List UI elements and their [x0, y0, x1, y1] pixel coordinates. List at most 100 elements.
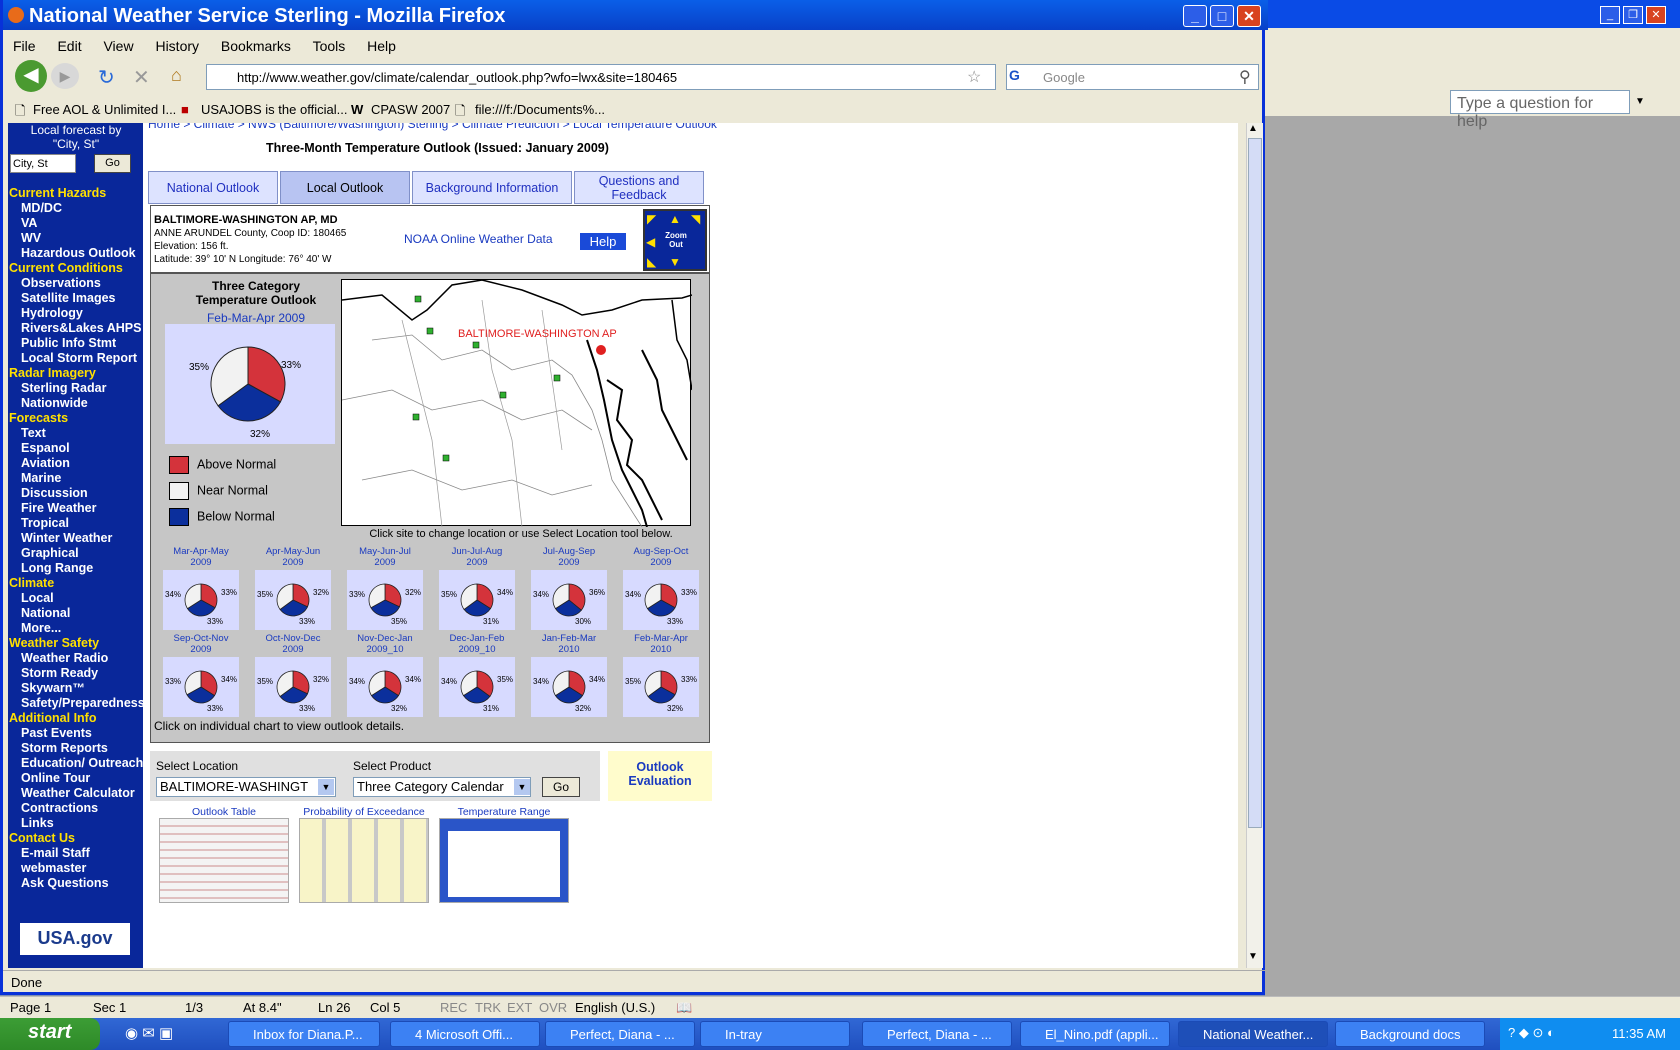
sidebar-item[interactable]: Public Info Stmt	[8, 336, 143, 351]
mini-pie-chart[interactable]: 34% 34% 32%	[347, 657, 423, 717]
mini-chart-period[interactable]: Aug-Sep-Oct 2009	[621, 546, 701, 568]
scroll-down-icon[interactable]: ▼	[1248, 951, 1258, 962]
period-year[interactable]: 2009	[437, 557, 517, 568]
mini-chart-period[interactable]: Jul-Aug-Sep 2009	[529, 546, 609, 568]
bookmark-item[interactable]: Free AOL & Unlimited I...	[33, 102, 176, 117]
menu-file[interactable]: File	[13, 38, 36, 54]
arrow-left-icon[interactable]: ◀	[646, 235, 655, 249]
minimize-icon[interactable]: _	[1600, 6, 1620, 24]
tab-local-outlook[interactable]: Local Outlook	[280, 171, 410, 204]
period-year[interactable]: 2010	[621, 644, 701, 655]
mini-chart-period[interactable]: Feb-Mar-Apr 2010	[621, 633, 701, 655]
chevron-down-icon[interactable]: ▼	[514, 779, 530, 795]
sidebar-item[interactable]: Skywarn™	[8, 681, 143, 696]
sidebar-item[interactable]: Contractions	[8, 801, 143, 816]
mini-pie-chart[interactable]: 34% 36% 30%	[531, 570, 607, 630]
search-icon[interactable]: ⚲	[1239, 67, 1251, 87]
sidebar-item[interactable]: National	[8, 606, 143, 621]
sidebar-item[interactable]: Hazardous Outlook	[8, 246, 143, 261]
mini-pie-svg[interactable]	[531, 570, 607, 630]
sidebar-section-heading[interactable]: Current Hazards	[8, 186, 143, 201]
period-year[interactable]: 2009_10	[437, 644, 517, 655]
period-months[interactable]: Dec-Jan-Feb	[437, 633, 517, 644]
home-icon[interactable]: ⌂	[171, 65, 182, 86]
map-station-label[interactable]: BALTIMORE-WASHINGTON AP	[458, 328, 617, 340]
usagov-logo[interactable]: USA.gov	[20, 923, 130, 955]
period-months[interactable]: Apr-May-Jun	[253, 546, 333, 557]
menu-tools[interactable]: Tools	[313, 38, 346, 54]
menu-help[interactable]: Help	[367, 38, 396, 54]
task-national-weather[interactable]: National Weather...	[1178, 1021, 1328, 1047]
product-select[interactable]: Three Category Calendar	[353, 777, 531, 797]
menu-view[interactable]: View	[103, 38, 133, 54]
bookmark-item[interactable]: file:///f:/Documents%...	[475, 102, 605, 117]
mini-pie-chart[interactable]: 35% 32% 33%	[255, 657, 331, 717]
task-perfect-diana-1[interactable]: Perfect, Diana - ...	[545, 1021, 695, 1047]
period-year[interactable]: 2009	[621, 557, 701, 568]
mini-pie-chart[interactable]: 34% 33% 33%	[623, 570, 699, 630]
zoom-control[interactable]: ◤ ▲ ◥ ◀ Zoom Out ◣ ▼	[643, 209, 707, 271]
mini-pie-svg[interactable]	[347, 657, 423, 717]
mini-chart-period[interactable]: Jun-Jul-Aug 2009	[437, 546, 517, 568]
period-months[interactable]: Nov-Dec-Jan	[345, 633, 425, 644]
sidebar-item[interactable]: Weather Radio	[8, 651, 143, 666]
period-months[interactable]: Jul-Aug-Sep	[529, 546, 609, 557]
sidebar-section-heading[interactable]: Additional Info	[8, 711, 143, 726]
mini-pie-svg[interactable]	[347, 570, 423, 630]
spelling-icon[interactable]: 📖	[676, 1000, 692, 1016]
sidebar-section-heading[interactable]: Climate	[8, 576, 143, 591]
bookmark-item[interactable]: USAJOBS is the official...	[201, 102, 347, 117]
sidebar-item[interactable]: Nationwide	[8, 396, 143, 411]
mini-pie-chart[interactable]: 35% 34% 31%	[439, 570, 515, 630]
sidebar-item[interactable]: Observations	[8, 276, 143, 291]
period-year[interactable]: 2010	[529, 644, 609, 655]
sidebar-item[interactable]: Sterling Radar	[8, 381, 143, 396]
google-icon[interactable]: G	[1009, 67, 1020, 83]
mini-chart-period[interactable]: Jan-Feb-Mar 2010	[529, 633, 609, 655]
mini-pie-chart[interactable]: 34% 33% 33%	[163, 570, 239, 630]
arrow-down-icon[interactable]: ▼	[669, 255, 681, 269]
mini-pie-svg[interactable]	[255, 570, 331, 630]
task-microsoft-office[interactable]: 4 Microsoft Offi...	[390, 1021, 540, 1047]
main-pie-chart[interactable]: 35% 33% 32%	[165, 324, 335, 444]
forward-icon[interactable]: ▶	[51, 63, 79, 89]
period-months[interactable]: May-Jun-Jul	[345, 546, 425, 557]
thumb-outlook-table-label[interactable]: Outlook Table	[159, 806, 289, 818]
mini-chart-period[interactable]: Nov-Dec-Jan 2009_10	[345, 633, 425, 655]
sidebar-section-heading[interactable]: Radar Imagery	[8, 366, 143, 381]
tray-icons[interactable]: ? ◆ ⊙ ◐	[1508, 1025, 1555, 1041]
mini-pie-chart[interactable]: 34% 35% 31%	[439, 657, 515, 717]
sidebar-item[interactable]: Marine	[8, 471, 143, 486]
back-icon[interactable]: ◀	[15, 60, 47, 92]
chevron-down-icon[interactable]: ▼	[318, 779, 334, 795]
mini-chart-period[interactable]: Sep-Oct-Nov 2009	[161, 633, 241, 655]
sidebar-item[interactable]: Tropical	[8, 516, 143, 531]
arrow-down-left-icon[interactable]: ◣	[647, 255, 656, 269]
tab-background-information[interactable]: Background Information	[412, 171, 572, 204]
sidebar-item[interactable]: VA	[8, 216, 143, 231]
mini-pie-svg[interactable]	[255, 657, 331, 717]
sidebar-item[interactable]: Local Storm Report	[8, 351, 143, 366]
map-svg[interactable]	[341, 279, 693, 528]
sidebar-item[interactable]: Past Events	[8, 726, 143, 741]
go-button[interactable]: Go	[94, 154, 131, 173]
sidebar-item[interactable]: MD/DC	[8, 201, 143, 216]
mini-pie-chart[interactable]: 34% 34% 32%	[531, 657, 607, 717]
sidebar-item[interactable]: Graphical	[8, 546, 143, 561]
period-year[interactable]: 2009	[345, 557, 425, 568]
help-button[interactable]: Help	[579, 232, 627, 251]
go-button[interactable]: Go	[542, 777, 580, 797]
sidebar-item[interactable]: Local	[8, 591, 143, 606]
mini-pie-chart[interactable]: 33% 32% 35%	[347, 570, 423, 630]
close-icon[interactable]: ✕	[1646, 6, 1666, 24]
mini-pie-svg[interactable]	[623, 570, 699, 630]
status-ovr[interactable]: OVR	[539, 1000, 567, 1015]
sidebar-item[interactable]: More...	[8, 621, 143, 636]
sidebar-item[interactable]: Safety/Preparedness	[8, 696, 145, 711]
mini-chart-period[interactable]: Oct-Nov-Dec 2009	[253, 633, 333, 655]
period-year[interactable]: 2009	[253, 644, 333, 655]
period-months[interactable]: Feb-Mar-Apr	[621, 633, 701, 644]
task-in-tray[interactable]: In-tray	[700, 1021, 850, 1047]
star-icon[interactable]: ☆	[967, 67, 981, 87]
sidebar-section-heading[interactable]: Contact Us	[8, 831, 143, 846]
